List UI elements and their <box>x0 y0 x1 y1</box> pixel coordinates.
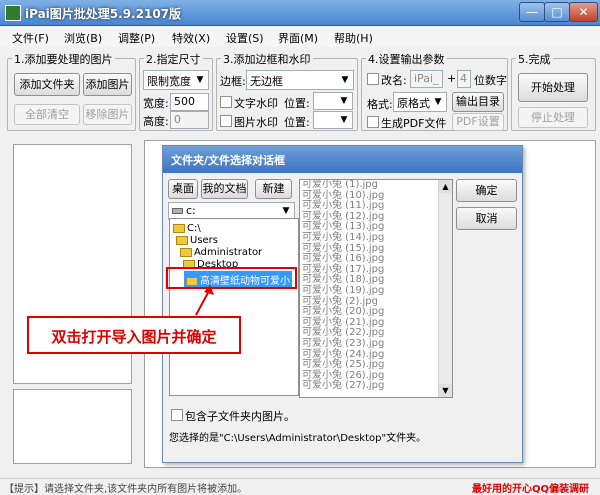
height-input[interactable]: 0 <box>170 111 209 129</box>
app-icon <box>5 5 21 21</box>
pdf-settings-button[interactable]: PDF设置 <box>452 113 504 131</box>
size-mode-value: 限制宽度 <box>147 75 191 88</box>
digits-input[interactable]: 4 <box>457 70 471 88</box>
add-folder-button[interactable]: 添加文件夹 <box>14 73 80 96</box>
add-image-button[interactable]: 添加图片 <box>83 73 132 96</box>
title-bar: iPai图片批处理5.9.2107版 — □ ✕ <box>0 0 600 26</box>
plus-label: + <box>447 72 457 85</box>
image-watermark-position-select[interactable]: ▼ <box>313 111 353 129</box>
text-watermark-checkbox[interactable] <box>220 96 232 108</box>
image-watermark-label: 图片水印 <box>234 116 278 129</box>
ok-button[interactable]: 确定 <box>456 179 517 202</box>
menu-adjust[interactable]: 调整(P) <box>118 30 155 46</box>
group-label: 4.设置输出参数 <box>366 51 447 67</box>
height-label: 高度: <box>143 115 169 128</box>
rename-label: 改名: <box>381 74 407 87</box>
gen-pdf-label: 生成PDF文件 <box>381 117 447 130</box>
group-label: 1.添加要处理的图片 <box>12 51 115 67</box>
gen-pdf-checkbox[interactable] <box>367 116 379 128</box>
tree-node-administrator[interactable]: Administrator <box>180 247 262 258</box>
position-label: 位置: <box>284 97 310 110</box>
rename-prefix-input[interactable]: iPai_ <box>410 70 443 88</box>
menu-help[interactable]: 帮助(H) <box>334 30 373 46</box>
clear-all-button[interactable]: 全部清空 <box>14 104 80 125</box>
digits-label: 位数字 <box>474 74 507 87</box>
file-list-item[interactable]: 可爱小兔 (1).jpg <box>300 180 452 191</box>
border-value: 无边框 <box>250 75 283 88</box>
cancel-button[interactable]: 取消 <box>456 207 517 230</box>
menu-browse[interactable]: 浏览(B) <box>64 30 102 46</box>
callout-arrow <box>195 285 214 316</box>
chevron-down-icon: ▼ <box>434 97 442 107</box>
scroll-down-icon[interactable]: ▼ <box>439 384 452 397</box>
preview-panel <box>13 389 132 464</box>
status-promo[interactable]: 最好用的开心QQ偏装调研 <box>472 480 589 495</box>
tree-node-label: C:\ <box>187 223 201 234</box>
close-button[interactable]: ✕ <box>569 2 598 22</box>
menu-interface[interactable]: 界面(M) <box>278 30 318 46</box>
instruction-callout: 双击打开导入图片并确定 <box>27 316 241 354</box>
chevron-down-icon: ▼ <box>341 75 349 85</box>
chevron-down-icon: ▼ <box>196 75 204 85</box>
border-label: 边框: <box>220 75 246 88</box>
menu-file[interactable]: 文件(F) <box>12 30 49 46</box>
text-watermark-label: 文字水印 <box>234 97 278 110</box>
file-list-item[interactable]: 可爱小兔 (14).jpg <box>300 232 452 244</box>
folder-open-icon <box>176 235 188 245</box>
width-label: 宽度: <box>143 97 169 110</box>
start-button[interactable]: 开始处理 <box>518 73 588 102</box>
stop-button[interactable]: 停止处理 <box>518 107 588 128</box>
folder-open-icon <box>180 247 192 257</box>
remove-image-button[interactable]: 移除图片 <box>83 104 132 125</box>
include-subfolders-label: 包含子文件夹内图片。 <box>185 410 295 423</box>
file-list-scrollbar[interactable]: ▲ ▼ <box>438 180 452 397</box>
chevron-down-icon: ▼ <box>282 206 290 216</box>
tree-node-users[interactable]: Users <box>176 235 218 246</box>
position-label: 位置: <box>284 116 310 129</box>
file-list[interactable]: 可爱小兔 (1).jpg 可爱小兔 (10).jpg 可爱小兔 (11).jpg 可爱… <box>299 179 453 398</box>
my-documents-button[interactable]: 我的文档 <box>201 179 248 199</box>
drive-icon <box>172 208 183 214</box>
image-watermark-checkbox[interactable] <box>220 115 232 127</box>
format-select[interactable]: 原格式 ▼ <box>393 92 447 112</box>
border-select[interactable]: 无边框 ▼ <box>246 70 354 90</box>
text-watermark-position-select[interactable]: ▼ <box>313 92 353 110</box>
selected-folder-highlight <box>166 267 297 289</box>
file-list-item[interactable]: 可爱小兔 (27).jpg <box>300 381 452 392</box>
folder-open-icon <box>173 223 185 233</box>
output-dir-button[interactable]: 输出目录 <box>452 92 504 112</box>
format-value: 原格式 <box>397 97 430 110</box>
file-list-item[interactable]: 可爱小兔 (23).jpg <box>300 338 452 350</box>
maximize-button[interactable]: □ <box>544 2 570 22</box>
status-tip: 【提示】请选择文件夹,该文件夹内所有图片将被添加。 <box>4 484 248 495</box>
window-title: iPai图片批处理5.9.2107版 <box>25 7 182 21</box>
minimize-button[interactable]: — <box>519 2 545 22</box>
group-label: 3.添加边框和水印 <box>221 51 313 67</box>
menu-settings[interactable]: 设置(S) <box>226 30 264 46</box>
rename-checkbox[interactable] <box>367 73 379 85</box>
drive-value: c: <box>186 204 196 217</box>
chevron-down-icon: ▼ <box>340 96 348 106</box>
dialog-title: 文件夹/文件选择对话框 <box>163 146 522 173</box>
include-subfolders-checkbox[interactable] <box>171 409 183 421</box>
format-label: 格式: <box>367 98 393 111</box>
tree-node-label: Administrator <box>194 247 263 258</box>
file-list-item[interactable]: 可爱小兔 (19).jpg <box>300 285 452 297</box>
tree-node-c[interactable]: C:\ <box>173 223 201 234</box>
desktop-button[interactable]: 桌面 <box>168 179 198 199</box>
chevron-down-icon: ▼ <box>340 115 348 125</box>
menu-bar: 文件(F) 浏览(B) 调整(P) 特效(X) 设置(S) 界面(M) 帮助(H… <box>0 27 600 47</box>
size-mode-select[interactable]: 限制宽度 ▼ <box>143 70 209 90</box>
new-folder-button[interactable]: 新建 <box>255 179 292 199</box>
file-list-items: 可爱小兔 (1).jpg 可爱小兔 (10).jpg 可爱小兔 (11).jpg 可爱… <box>300 180 452 392</box>
status-bar: 【提示】请选择文件夹,该文件夹内所有图片将被添加。 最好用的开心QQ偏装调研 <box>0 478 600 495</box>
menu-effects[interactable]: 特效(X) <box>172 30 210 46</box>
group-label: 5.完成 <box>516 51 553 67</box>
selection-info: 您选择的是"C:\Users\Administrator\Desktop"文件夹… <box>169 433 427 444</box>
scroll-up-icon[interactable]: ▲ <box>439 180 452 193</box>
width-input[interactable]: 500 <box>170 93 209 111</box>
group-label: 2.指定尺寸 <box>144 51 203 67</box>
folder-tree[interactable]: C:\ Users Administrator Desktop 高清壁纸动物可爱… <box>169 218 299 396</box>
tree-node-label: Users <box>190 235 219 246</box>
